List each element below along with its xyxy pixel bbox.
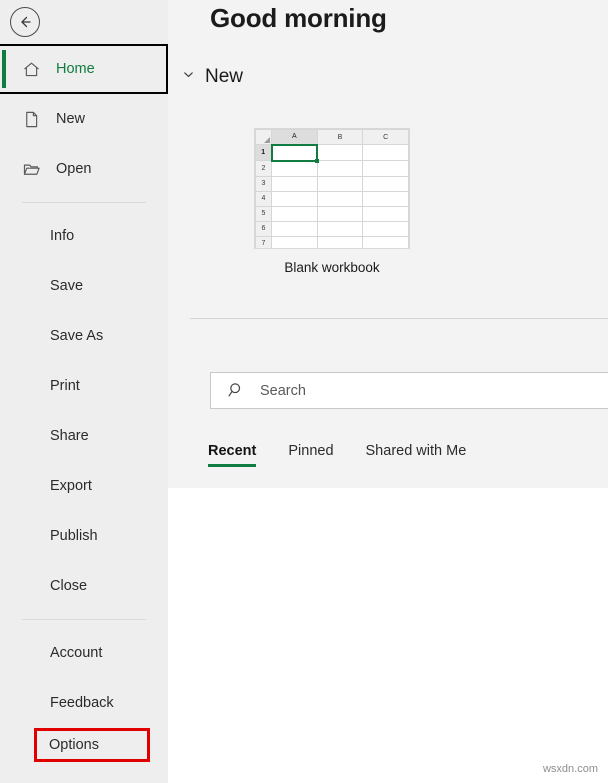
row-header-5: 5	[255, 205, 272, 222]
sidebar-item-label: Publish	[50, 528, 98, 544]
tab-pinned[interactable]: Pinned	[288, 443, 333, 467]
page-title: Good morning	[210, 3, 387, 33]
sidebar-item-save[interactable]: Save	[0, 261, 168, 311]
sidebar-item-open[interactable]: Open	[0, 144, 168, 194]
grid-cell-b6	[316, 220, 364, 237]
tab-shared-with-me[interactable]: Shared with Me	[366, 443, 467, 467]
grid-row: 6	[255, 220, 409, 237]
grid-cell-b1	[316, 144, 364, 161]
grid-row: 7	[255, 235, 409, 248]
grid-cell-c6	[362, 220, 409, 237]
sidebar-item-label: Open	[56, 161, 92, 177]
grid-row: 2	[255, 160, 409, 177]
back-button-row	[0, 0, 168, 44]
sidebar-divider-bottom	[22, 619, 146, 620]
grid-row: 1	[255, 143, 409, 164]
excel-backstage-view: Home New Open Info Save Save As Print Sh…	[0, 0, 608, 783]
grid-cell-a7	[271, 235, 318, 248]
sidebar-item-label: Account	[50, 645, 103, 661]
grid-row: 5	[255, 205, 409, 222]
grid-cell-a4	[271, 190, 318, 207]
section-divider	[190, 318, 608, 319]
new-section-title: New	[205, 66, 244, 87]
sidebar-item-info[interactable]: Info	[0, 211, 168, 261]
document-icon	[22, 110, 48, 129]
backstage-main-pane: Good morning New A B C 1 2 3 4 5 6 7 Bla…	[168, 0, 608, 783]
row-header-4: 4	[255, 190, 272, 207]
grid-row: 3	[255, 175, 409, 192]
sidebar-item-publish[interactable]: Publish	[0, 511, 168, 561]
grid-cell-a1	[270, 143, 320, 164]
search-icon	[227, 381, 246, 400]
sidebar-item-account[interactable]: Account	[0, 628, 168, 678]
search-bar[interactable]	[210, 372, 608, 409]
recent-files-list	[168, 488, 608, 783]
chevron-down-icon[interactable]	[182, 68, 195, 86]
backstage-sidebar: Home New Open Info Save Save As Print Sh…	[0, 0, 168, 783]
sidebar-item-label: Info	[50, 228, 75, 244]
watermark: wsxdn.com	[542, 763, 598, 775]
sidebar-item-options[interactable]: Options	[34, 728, 150, 762]
sidebar-item-export[interactable]: Export	[0, 461, 168, 511]
sidebar-item-label: Feedback	[50, 695, 114, 711]
new-section-header[interactable]: New	[182, 66, 243, 88]
sidebar-item-home[interactable]: Home	[0, 44, 168, 94]
template-gallery: A B C 1 2 3 4 5 6 7 Blank workbook	[254, 128, 414, 275]
home-icon	[22, 60, 48, 79]
sidebar-item-new[interactable]: New	[0, 94, 168, 144]
template-card-blank-workbook[interactable]: A B C 1 2 3 4 5 6 7 Blank workbook	[254, 128, 414, 275]
tab-recent[interactable]: Recent	[208, 443, 257, 467]
sidebar-item-label: Close	[50, 578, 88, 594]
grid-cell-a2	[271, 160, 318, 177]
column-header-c: C	[362, 129, 409, 145]
grid-cell-b4	[316, 190, 364, 207]
folder-icon	[22, 160, 48, 179]
grid-cell-a5	[271, 205, 318, 222]
grid-cell-a3	[271, 175, 318, 192]
column-header-a: A	[271, 129, 318, 145]
row-header-6: 6	[255, 220, 272, 237]
grid-cell-c4	[362, 190, 409, 207]
sidebar-item-label: Home	[56, 61, 95, 77]
grid-cell-a6	[271, 220, 318, 237]
sidebar-item-print[interactable]: Print	[0, 361, 168, 411]
sidebar-item-share[interactable]: Share	[0, 411, 168, 461]
sidebar-item-save-as[interactable]: Save As	[0, 311, 168, 361]
grid-cell-c1	[362, 144, 409, 161]
sidebar-item-label: Options	[49, 737, 99, 753]
column-header-b: B	[316, 129, 364, 145]
template-thumbnail: A B C 1 2 3 4 5 6 7	[254, 128, 410, 249]
sidebar-divider-top	[22, 202, 146, 203]
grid-column-header-row: A B C	[255, 129, 409, 145]
back-arrow-icon	[17, 14, 33, 30]
row-header-3: 3	[255, 175, 272, 192]
grid-cell-c5	[362, 205, 409, 222]
grid-row: 4	[255, 190, 409, 207]
recent-files-tabs: Recent Pinned Shared with Me	[208, 443, 498, 467]
spreadsheet-preview-grid: A B C 1 2 3 4 5 6 7	[255, 129, 409, 248]
sidebar-item-close[interactable]: Close	[0, 561, 168, 611]
row-header-7: 7	[255, 235, 272, 248]
grid-cell-b3	[316, 175, 364, 192]
search-input[interactable]	[260, 382, 608, 399]
grid-cell-b2	[316, 160, 364, 177]
selection-accent-bar	[2, 50, 6, 88]
row-header-1: 1	[255, 144, 272, 161]
sidebar-item-label: Export	[50, 478, 92, 494]
sidebar-item-label: Save As	[50, 328, 104, 344]
sidebar-item-label: New	[56, 111, 86, 127]
grid-cell-b7	[316, 235, 364, 248]
sidebar-item-label: Print	[50, 378, 80, 394]
sidebar-item-feedback[interactable]: Feedback	[0, 678, 168, 728]
select-all-corner-icon	[255, 129, 272, 145]
sidebar-item-label: Save	[50, 278, 84, 294]
grid-cell-b5	[316, 205, 364, 222]
grid-cell-c2	[362, 160, 409, 177]
row-header-2: 2	[255, 160, 272, 177]
template-label: Blank workbook	[284, 260, 380, 275]
back-button[interactable]	[10, 7, 40, 37]
grid-cell-c3	[362, 175, 409, 192]
grid-cell-c7	[362, 235, 409, 248]
sidebar-item-label: Share	[50, 428, 89, 444]
